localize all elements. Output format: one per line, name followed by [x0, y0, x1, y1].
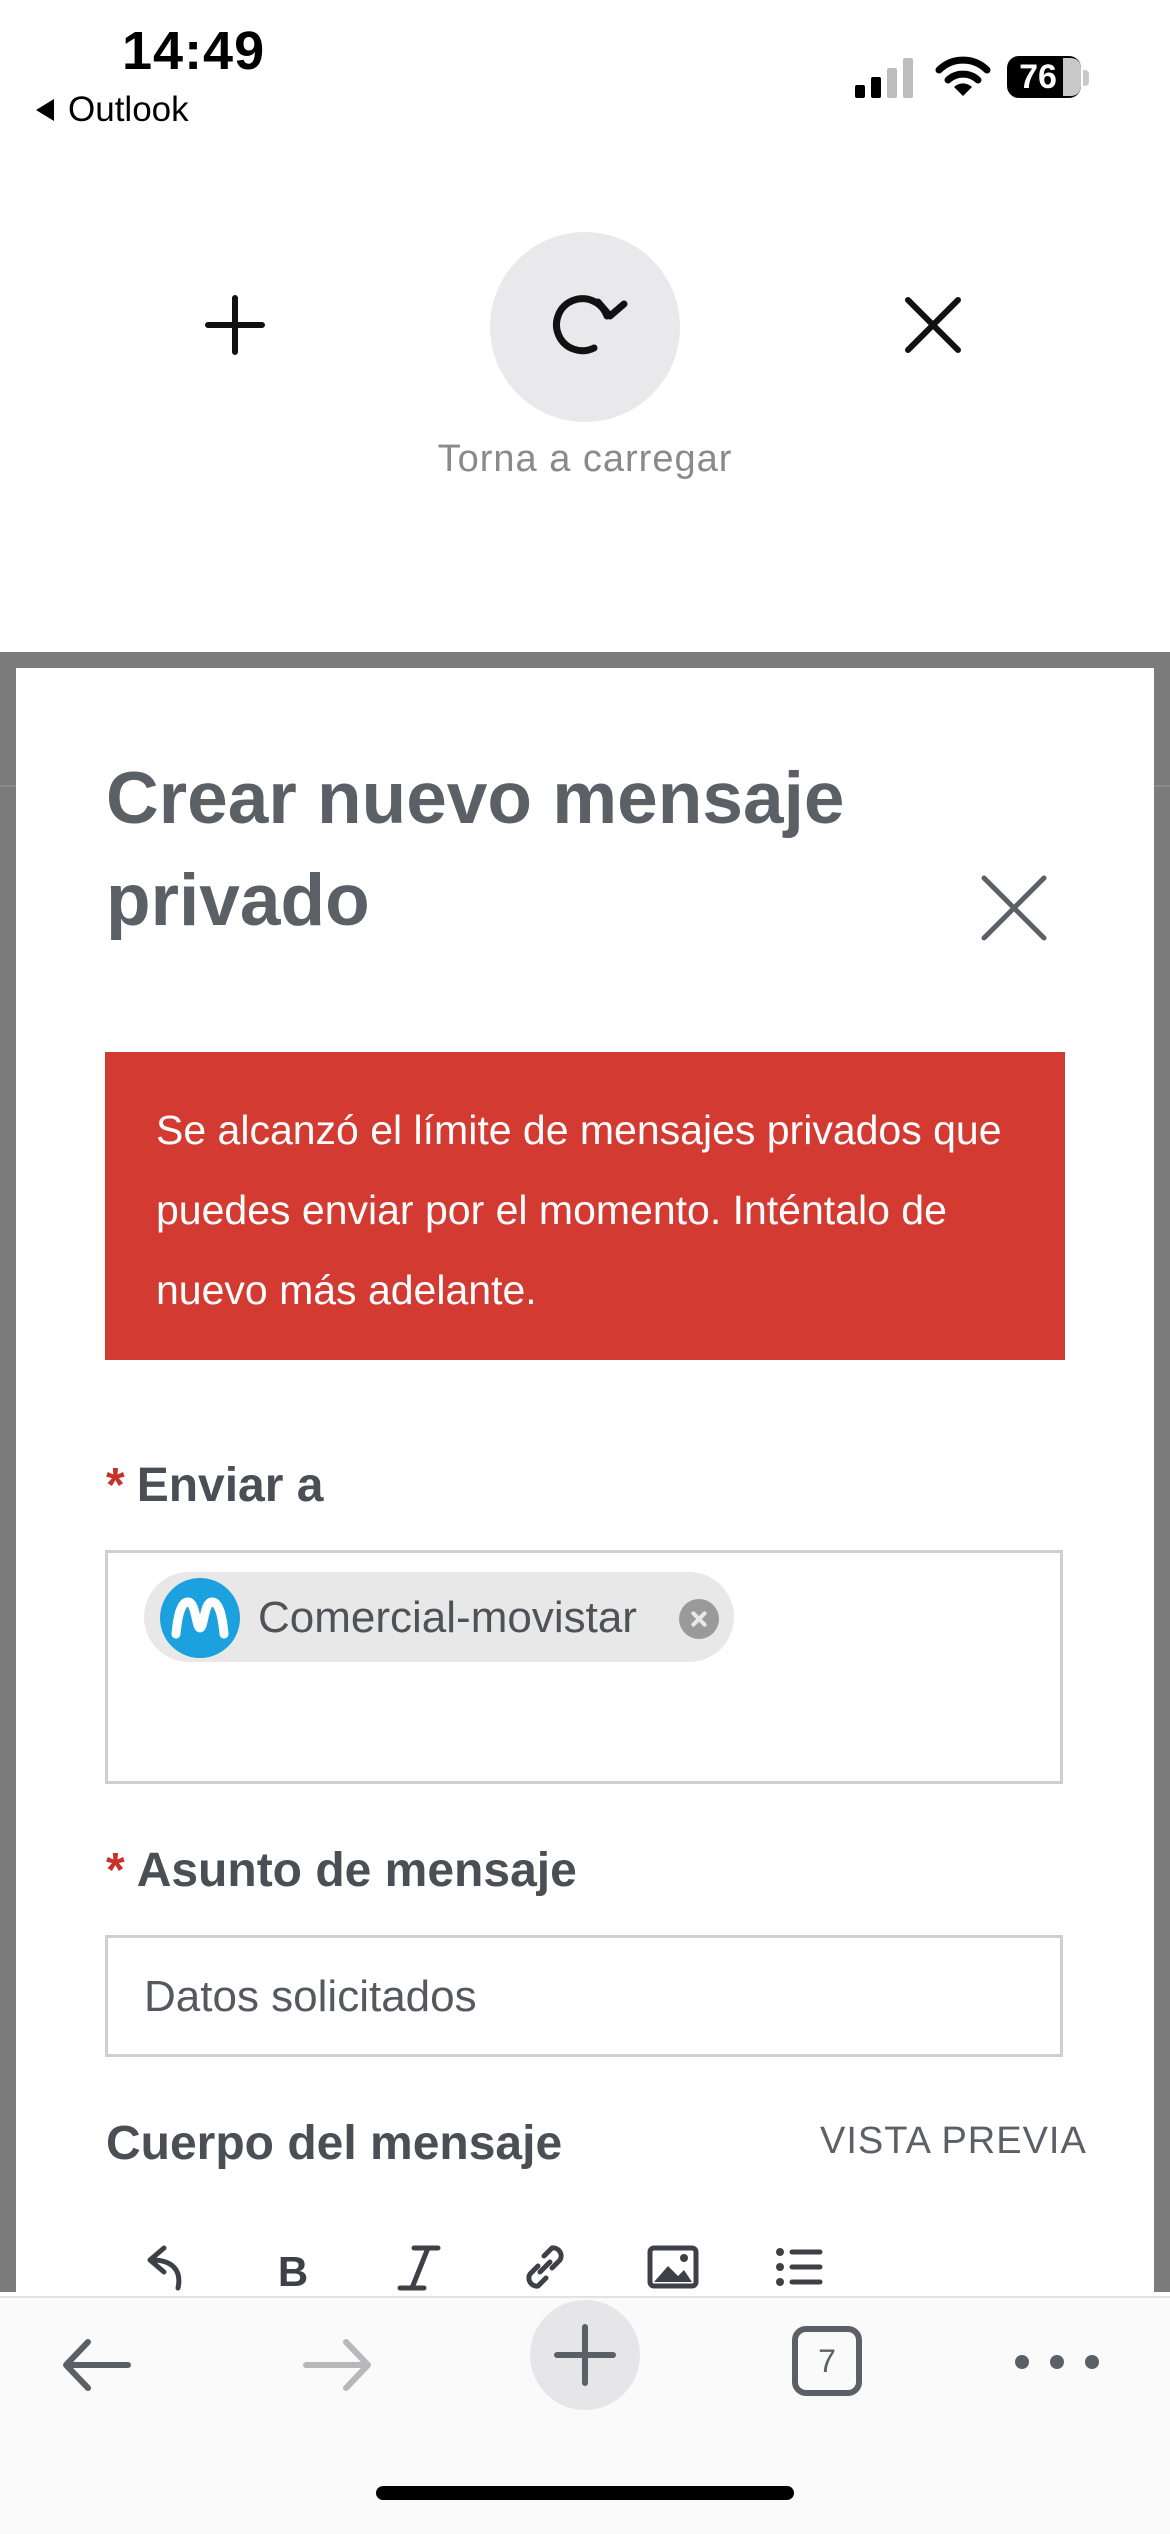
subject-input[interactable] [144, 1972, 1024, 2022]
new-tab-button[interactable] [530, 2300, 640, 2410]
subject-label: * Asunto de mensaje [106, 1843, 577, 1898]
error-alert-text: Se alcanzó el límite de mensajes privado… [156, 1107, 1002, 1313]
undo-icon[interactable] [138, 2238, 196, 2296]
battery-icon: 76 [1007, 56, 1089, 100]
back-triangle-icon [36, 99, 54, 121]
forward-arrow-icon[interactable] [300, 2330, 376, 2400]
list-icon[interactable] [770, 2238, 828, 2296]
back-to-app-link[interactable]: Outlook [36, 90, 189, 130]
back-app-label: Outlook [68, 90, 189, 129]
required-mark: * [106, 1844, 125, 1897]
required-mark: * [106, 1459, 125, 1512]
recipient-label: * Enviar a [106, 1458, 323, 1513]
more-options-icon[interactable] [1010, 2348, 1104, 2376]
status-time: 14:49 [122, 21, 266, 81]
image-icon[interactable] [644, 2238, 702, 2296]
recipient-name: Comercial-movistar [258, 1593, 637, 1642]
battery-level: 76 [1019, 58, 1057, 96]
back-arrow-icon[interactable] [58, 2330, 134, 2400]
reload-icon [553, 295, 628, 355]
reload-button[interactable] [490, 232, 680, 422]
subject-label-text: Asunto de mensaje [136, 1844, 577, 1897]
tabs-button[interactable]: 7 [792, 2326, 862, 2396]
modal-title: Crear nuevo mensaje privado [106, 758, 845, 941]
add-icon[interactable] [200, 290, 270, 360]
plus-icon [554, 2324, 616, 2386]
close-icon[interactable] [898, 290, 968, 360]
preview-button[interactable]: VISTA PREVIA [820, 2120, 1087, 2163]
bold-icon[interactable]: B [264, 2238, 322, 2296]
movistar-logo-icon [160, 1578, 240, 1658]
svg-text:B: B [278, 2248, 308, 2295]
recipient-label-text: Enviar a [136, 1459, 324, 1512]
close-modal-icon[interactable] [978, 872, 1050, 944]
reload-label: Torna a carregar [437, 438, 733, 480]
italic-icon[interactable] [390, 2238, 448, 2296]
wifi-icon [935, 56, 991, 96]
home-indicator[interactable] [376, 2486, 794, 2500]
remove-recipient-icon[interactable] [679, 1599, 719, 1639]
body-label: Cuerpo del mensaje [106, 2117, 563, 2170]
cellular-signal-icon [855, 58, 913, 98]
link-icon[interactable] [516, 2238, 574, 2296]
